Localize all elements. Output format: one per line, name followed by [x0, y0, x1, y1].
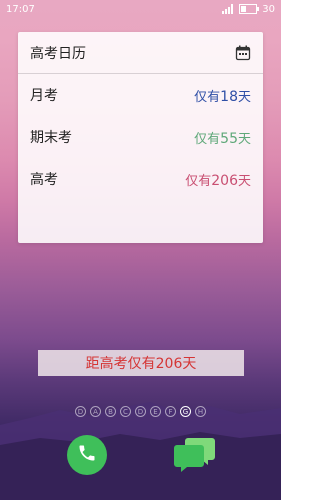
page-indicator[interactable]: B [105, 406, 116, 417]
page-indicator[interactable]: D [135, 406, 146, 417]
countdown-prefix: 仅有 [194, 89, 221, 105]
countdown-days: 206 [211, 172, 238, 189]
widget-title: 高考日历 [30, 45, 86, 62]
exam-name: 期末考 [30, 130, 72, 146]
page-indicator[interactable]: E [150, 406, 161, 417]
phone-app-icon[interactable] [67, 435, 107, 475]
exam-calendar-widget[interactable]: 高考日历 月考 仅有18天 期末考 仅有55天 高考 仅有206天 [18, 32, 263, 243]
signal-icon [222, 4, 236, 14]
countdown-suffix: 天 [237, 173, 251, 189]
page-indicator[interactable]: F [165, 406, 176, 417]
page-indicator-active[interactable]: G [180, 406, 191, 417]
page-indicator[interactable]: H [195, 406, 206, 417]
exam-countdown: 仅有55天 [194, 128, 251, 147]
exam-countdown: 仅有18天 [194, 86, 251, 105]
exam-name: 高考 [30, 172, 58, 188]
exam-name: 月考 [30, 88, 58, 104]
mountains-silhouette [0, 402, 281, 500]
page-indicator[interactable]: A [90, 406, 101, 417]
messages-icon [174, 438, 215, 472]
countdown-suffix: 天 [237, 131, 251, 147]
widget-header: 高考日历 [18, 32, 263, 74]
exam-row-final[interactable]: 期末考 仅有55天 [18, 116, 263, 158]
exam-row-monthly[interactable]: 月考 仅有18天 [18, 74, 263, 116]
countdown-days: 55 [220, 130, 238, 147]
gaokao-countdown-banner[interactable]: 距高考仅有206天 [38, 350, 244, 376]
page-indicator[interactable]: C [120, 406, 131, 417]
page-indicator[interactable]: D [75, 406, 86, 417]
exam-row-gaokao[interactable]: 高考 仅有206天 [18, 158, 263, 200]
countdown-days: 18 [220, 88, 238, 105]
exam-countdown: 仅有206天 [185, 170, 251, 189]
calendar-icon[interactable] [235, 45, 251, 61]
battery-icon [239, 4, 260, 14]
page-indicators: D A B C D E F G H [0, 406, 281, 417]
countdown-prefix: 仅有 [185, 173, 212, 189]
countdown-suffix: 天 [237, 89, 251, 105]
status-bar: 17:07 30 [0, 0, 281, 18]
countdown-prefix: 仅有 [194, 131, 221, 147]
battery-level: 30 [262, 3, 275, 15]
phone-icon [77, 443, 97, 467]
status-time: 17:07 [6, 3, 35, 15]
status-right: 30 [222, 4, 275, 15]
messages-app-icon[interactable] [174, 434, 216, 476]
